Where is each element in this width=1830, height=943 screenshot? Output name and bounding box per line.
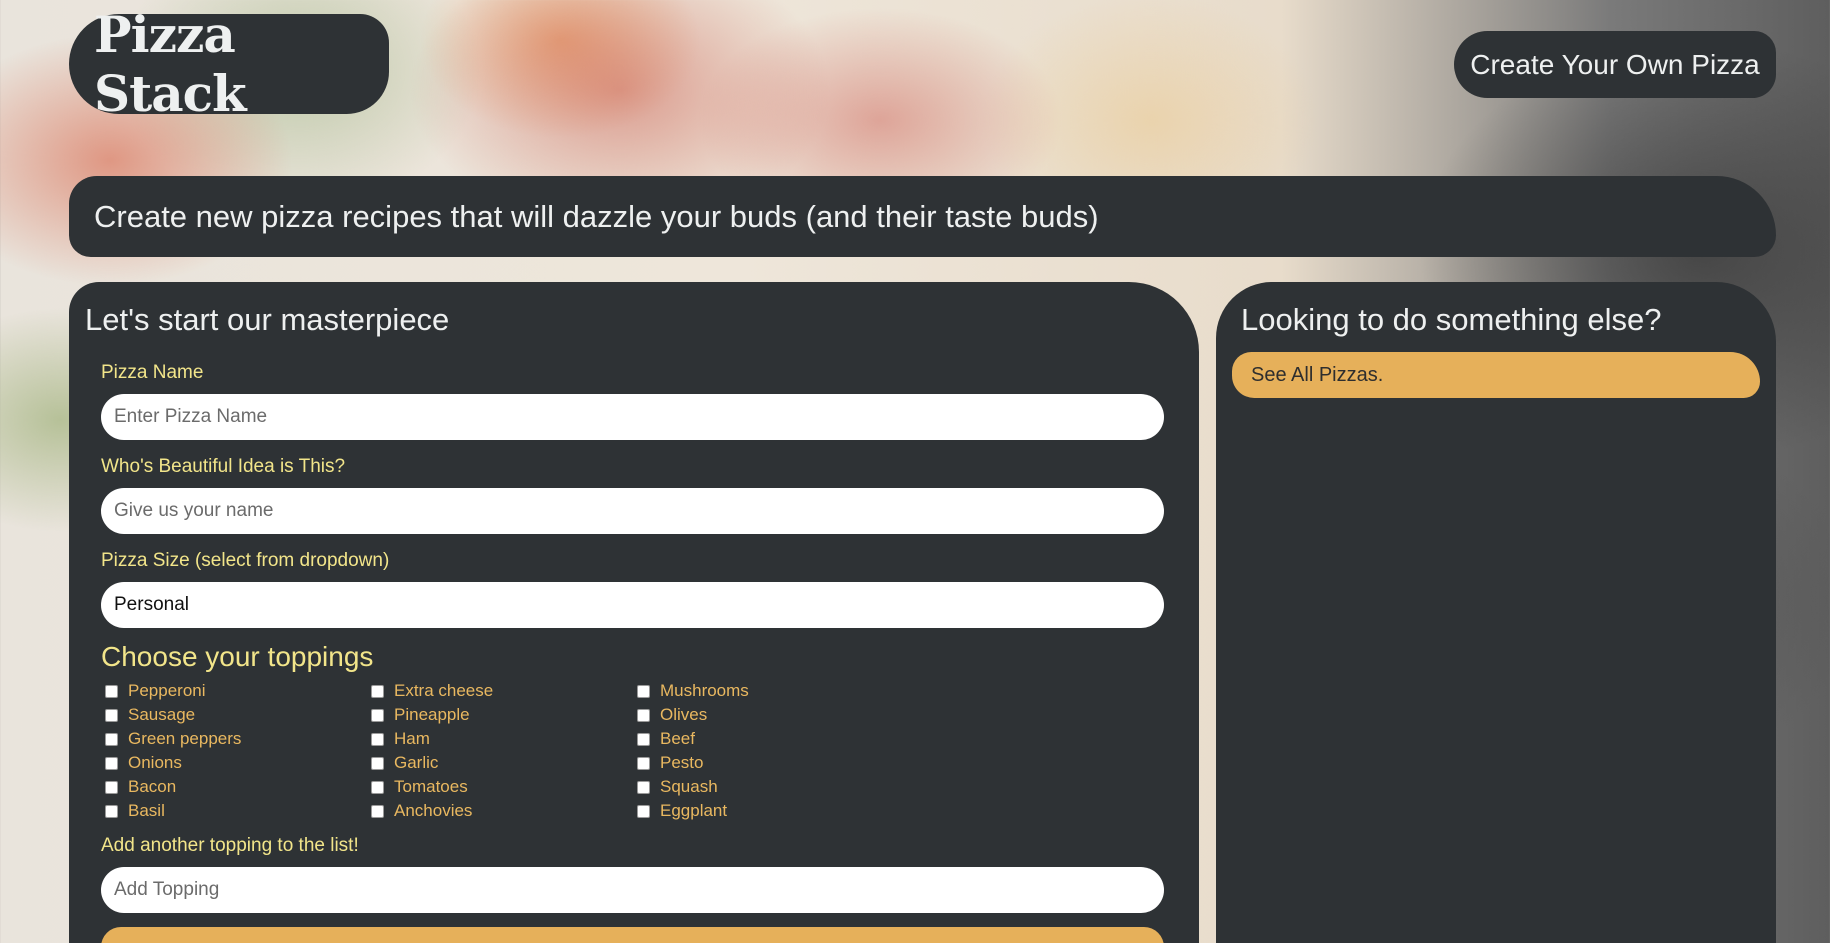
topping-item[interactable]: Ham	[371, 727, 637, 751]
topping-label: Anchovies	[394, 801, 473, 820]
pizza-size-select[interactable]: Personal	[101, 582, 1164, 628]
pizza-name-label: Pizza Name	[101, 362, 204, 383]
topping-label: Green peppers	[128, 729, 242, 748]
topping-label: Basil	[128, 801, 165, 820]
add-topping-button[interactable]	[101, 927, 1164, 943]
topping-label: Eggplant	[660, 801, 728, 820]
topping-checkbox[interactable]	[371, 708, 384, 722]
add-topping-input[interactable]	[101, 867, 1164, 913]
topping-label: Extra cheese	[394, 681, 494, 700]
topping-item[interactable]: Squash	[637, 775, 903, 799]
create-pizza-form: Pizza Name Who's Beautiful Idea is This?…	[101, 360, 1164, 943]
topping-checkbox[interactable]	[105, 684, 118, 698]
topping-label: Tomatoes	[394, 777, 468, 796]
topping-checkbox[interactable]	[371, 804, 384, 818]
topping-item[interactable]: Eggplant	[637, 799, 903, 823]
topping-checkbox[interactable]	[637, 804, 650, 818]
topping-item[interactable]: Mushrooms	[637, 679, 903, 703]
topping-checkbox[interactable]	[105, 732, 118, 746]
topping-checkbox[interactable]	[371, 756, 384, 770]
topping-checkbox[interactable]	[105, 756, 118, 770]
add-topping-label: Add another topping to the list!	[101, 835, 359, 856]
topping-checkbox[interactable]	[637, 780, 650, 794]
topping-item[interactable]: Pesto	[637, 751, 903, 775]
topping-checkbox[interactable]	[637, 684, 650, 698]
topping-label: Pesto	[660, 753, 704, 772]
topping-item[interactable]: Garlic	[371, 751, 637, 775]
topping-label: Onions	[128, 753, 182, 772]
banner: Create new pizza recipes that will dazzl…	[69, 176, 1776, 257]
sidebar-title: Looking to do something else?	[1241, 302, 1662, 337]
topping-checkbox[interactable]	[637, 732, 650, 746]
topping-label: Pepperoni	[128, 681, 206, 700]
topping-checkbox[interactable]	[637, 756, 650, 770]
topping-checkbox[interactable]	[371, 732, 384, 746]
topping-checkbox[interactable]	[105, 780, 118, 794]
banner-text: Create new pizza recipes that will dazzl…	[94, 198, 1099, 234]
topping-label: Mushrooms	[660, 681, 749, 700]
pizza-size-selected-value: Personal	[114, 594, 189, 615]
topping-label: Olives	[660, 705, 708, 724]
create-pizza-panel: Let's start our masterpiece Pizza Name W…	[69, 282, 1199, 943]
logo-text: Pizza Stack	[94, 5, 247, 123]
logo[interactable]: Pizza Stack	[69, 5, 389, 123]
pizza-name-input[interactable]	[101, 394, 1164, 440]
topping-item[interactable]: Extra cheese	[371, 679, 637, 703]
topping-label: Bacon	[128, 777, 177, 796]
create-form-title: Let's start our masterpiece	[85, 302, 450, 337]
topping-checkbox[interactable]	[371, 684, 384, 698]
topping-item[interactable]: Olives	[637, 703, 903, 727]
topping-label: Beef	[660, 729, 695, 748]
topping-label: Garlic	[394, 753, 439, 772]
topping-item[interactable]: Green peppers	[105, 727, 371, 751]
topping-checkbox[interactable]	[105, 804, 118, 818]
see-all-pizzas-button[interactable]: See All Pizzas.	[1232, 352, 1760, 398]
topping-item[interactable]: Anchovies	[371, 799, 637, 823]
topping-label: Sausage	[128, 705, 196, 724]
topping-checkbox[interactable]	[105, 708, 118, 722]
author-name-input[interactable]	[101, 488, 1164, 534]
sidebar-panel: Looking to do something else? See All Pi…	[1216, 282, 1776, 943]
topping-item[interactable]: Bacon	[105, 775, 371, 799]
topping-label: Squash	[660, 777, 718, 796]
topping-item[interactable]: Pineapple	[371, 703, 637, 727]
author-label: Who's Beautiful Idea is This?	[101, 456, 346, 477]
topping-item[interactable]: Pepperoni	[105, 679, 371, 703]
create-your-own-pizza-button[interactable]: Create Your Own Pizza	[1454, 31, 1776, 98]
topping-label: Ham	[394, 729, 430, 748]
topping-item[interactable]: Onions	[105, 751, 371, 775]
toppings-list: Pepperoni Extra cheese Mushrooms Sausage Pin…	[105, 679, 1164, 823]
topping-item[interactable]: Sausage	[105, 703, 371, 727]
toppings-title: Choose your toppings	[101, 641, 374, 672]
topping-item[interactable]: Tomatoes	[371, 775, 637, 799]
pizza-size-label: Pizza Size (select from dropdown)	[101, 550, 390, 571]
topping-checkbox[interactable]	[371, 780, 384, 794]
topping-checkbox[interactable]	[637, 708, 650, 722]
topping-item[interactable]: Basil	[105, 799, 371, 823]
topping-label: Pineapple	[394, 705, 470, 724]
topping-item[interactable]: Beef	[637, 727, 903, 751]
